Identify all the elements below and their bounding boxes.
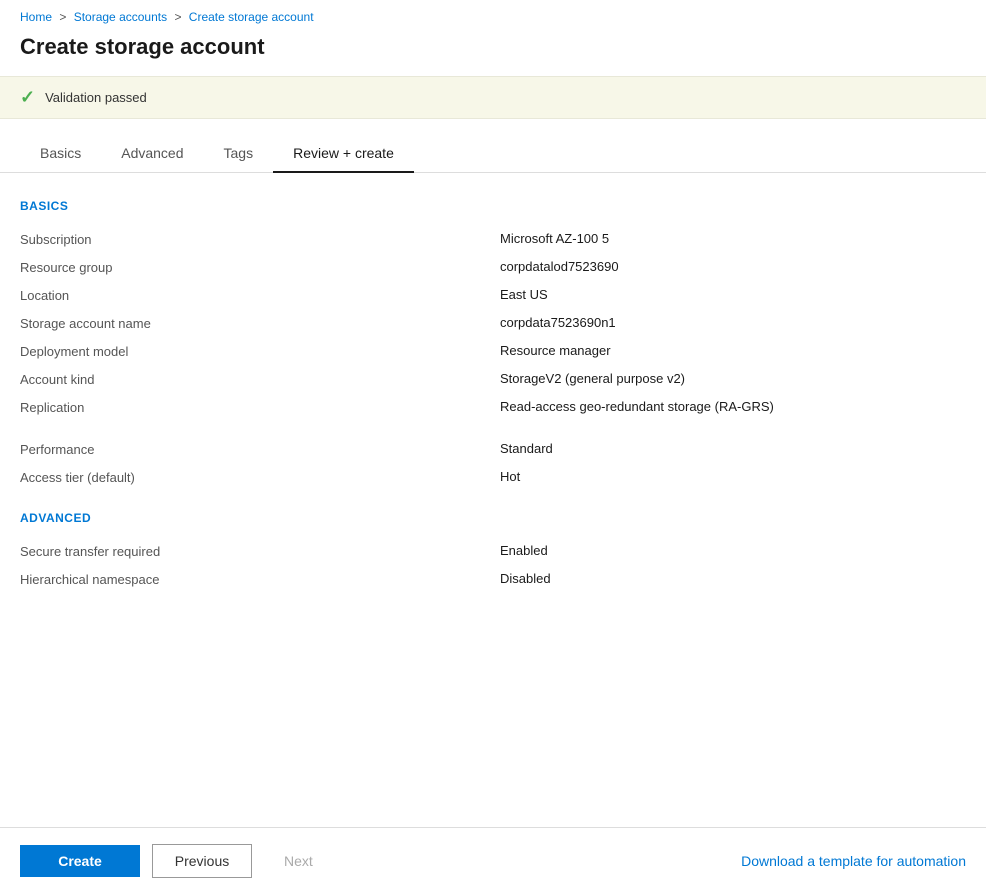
validation-check-icon: ✓: [20, 87, 35, 108]
field-location: Location East US: [20, 281, 966, 309]
footer: Create Previous Next Download a template…: [0, 827, 986, 894]
field-label-secure-transfer: Secure transfer required: [20, 543, 500, 559]
breadcrumb-home[interactable]: Home: [20, 10, 52, 24]
field-label-hierarchical-namespace: Hierarchical namespace: [20, 571, 500, 587]
tab-review-create[interactable]: Review + create: [273, 135, 414, 173]
field-value-resource-group: corpdatalod7523690: [500, 259, 966, 274]
field-resource-group: Resource group corpdatalod7523690: [20, 253, 966, 281]
basics-section-header: BASICS: [20, 199, 966, 213]
tabs-container: Basics Advanced Tags Review + create: [0, 135, 986, 173]
field-value-location: East US: [500, 287, 966, 302]
section-gap-2: [20, 491, 966, 505]
field-account-kind: Account kind StorageV2 (general purpose …: [20, 365, 966, 393]
tab-tags[interactable]: Tags: [204, 135, 274, 173]
field-replication: Replication Read-access geo-redundant st…: [20, 393, 966, 421]
field-access-tier: Access tier (default) Hot: [20, 463, 966, 491]
content-area: BASICS Subscription Microsoft AZ-100 5 R…: [0, 173, 986, 827]
field-value-deployment-model: Resource manager: [500, 343, 966, 358]
breadcrumb-sep1: >: [59, 10, 69, 24]
field-label-access-tier: Access tier (default): [20, 469, 500, 485]
field-value-access-tier: Hot: [500, 469, 966, 484]
validation-bar: ✓ Validation passed: [0, 76, 986, 119]
field-value-storage-account-name: corpdata7523690n1: [500, 315, 966, 330]
next-button: Next: [264, 845, 333, 877]
field-label-account-kind: Account kind: [20, 371, 500, 387]
breadcrumb-storage-accounts[interactable]: Storage accounts: [74, 10, 167, 24]
field-label-deployment-model: Deployment model: [20, 343, 500, 359]
field-label-resource-group: Resource group: [20, 259, 500, 275]
page-title: Create storage account: [0, 30, 986, 76]
field-label-subscription: Subscription: [20, 231, 500, 247]
field-label-location: Location: [20, 287, 500, 303]
breadcrumb-create[interactable]: Create storage account: [189, 10, 314, 24]
breadcrumb-sep2: >: [174, 10, 184, 24]
tab-basics[interactable]: Basics: [20, 135, 101, 173]
field-value-replication: Read-access geo-redundant storage (RA-GR…: [500, 399, 966, 414]
breadcrumb: Home > Storage accounts > Create storage…: [0, 0, 986, 30]
previous-button[interactable]: Previous: [152, 844, 252, 878]
field-value-secure-transfer: Enabled: [500, 543, 966, 558]
section-gap-1: [20, 421, 966, 435]
page-container: Home > Storage accounts > Create storage…: [0, 0, 986, 894]
advanced-section-header: ADVANCED: [20, 511, 966, 525]
field-value-hierarchical-namespace: Disabled: [500, 571, 966, 586]
field-storage-account-name: Storage account name corpdata7523690n1: [20, 309, 966, 337]
field-hierarchical-namespace: Hierarchical namespace Disabled: [20, 565, 966, 593]
field-value-subscription: Microsoft AZ-100 5: [500, 231, 966, 246]
validation-text: Validation passed: [45, 90, 147, 105]
create-button[interactable]: Create: [20, 845, 140, 877]
field-performance: Performance Standard: [20, 435, 966, 463]
field-label-performance: Performance: [20, 441, 500, 457]
field-subscription: Subscription Microsoft AZ-100 5: [20, 225, 966, 253]
tab-advanced[interactable]: Advanced: [101, 135, 203, 173]
download-template-link[interactable]: Download a template for automation: [741, 853, 966, 869]
field-value-account-kind: StorageV2 (general purpose v2): [500, 371, 966, 386]
field-secure-transfer: Secure transfer required Enabled: [20, 537, 966, 565]
field-label-storage-account-name: Storage account name: [20, 315, 500, 331]
field-label-replication: Replication: [20, 399, 500, 415]
field-deployment-model: Deployment model Resource manager: [20, 337, 966, 365]
field-value-performance: Standard: [500, 441, 966, 456]
